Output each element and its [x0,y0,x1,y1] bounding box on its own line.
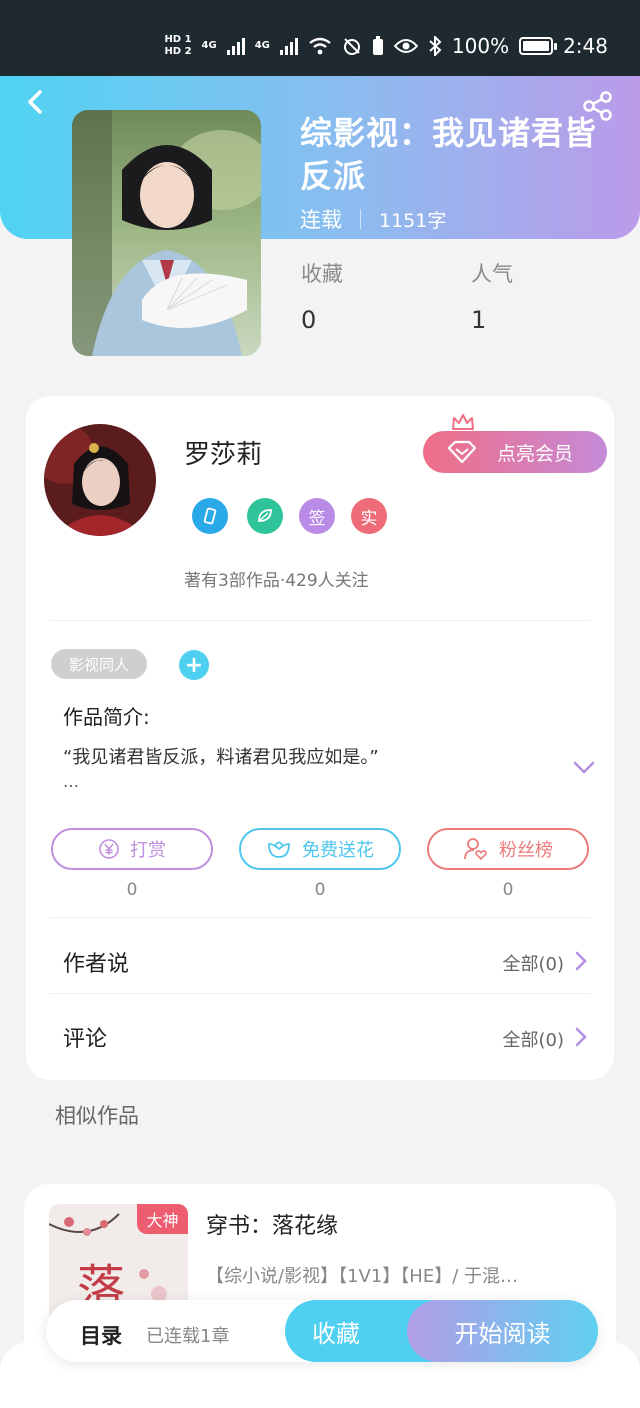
sim1-label: HD 1 [164,34,192,45]
send-flower-label: 免费送花 [302,840,374,861]
start-reading-button[interactable]: 开始阅读 [407,1300,598,1362]
verified-badge: 实 [351,498,387,534]
battery-icon [519,37,558,55]
book-status: 连载 [300,208,342,232]
network-type-1: 4G [201,40,217,51]
stat-value: 1 [471,306,487,334]
intro-text: “我见诸君皆反派，料诸君见我应如是。” [63,747,379,768]
fans-rank-label: 粉丝榜 [499,840,553,861]
toc-chapter-count: 已连载1章 [146,1326,230,1347]
divider [50,620,590,621]
divider [50,993,590,994]
fans-count: 0 [502,880,514,900]
book-cover[interactable] [72,110,261,356]
back-arrow-icon[interactable] [22,88,50,116]
stat-label: 收藏 [301,262,343,286]
crown-icon [452,414,474,430]
meta-separator [360,209,361,229]
eye-icon [393,39,418,53]
similar-works-label: 相似作品 [55,1104,139,1128]
signed-badge: 签 [299,498,335,534]
signal-icon-1 [226,37,245,55]
add-tag-button[interactable]: + [179,650,209,680]
intro-title: 作品简介: [63,705,150,729]
status-bar: HD 1 HD 2 4G 4G 100% 2:48 [0,0,640,76]
send-flower-button[interactable]: 免费送花 [239,828,401,870]
chevron-right-icon[interactable] [574,950,588,972]
flower-icon [268,841,290,858]
no-alarm-icon [343,38,360,55]
sim2-label: HD 2 [164,46,192,57]
author-name[interactable]: 罗莎莉 [184,434,262,471]
avatar[interactable] [44,424,156,536]
stat-value: 0 [301,306,317,334]
intro-ellipsis: … [63,772,79,791]
network-type-2: 4G [254,40,270,51]
stat-favorites: 收藏 0 [301,258,343,334]
yuan-icon [99,839,119,859]
divider [50,917,590,918]
leaf-badge-icon [247,498,283,534]
tip-label: 打赏 [130,840,166,861]
similar-work-desc: 【综小说/影视】【1V1】【HE】/ 于混… [206,1266,518,1287]
comments-all[interactable]: 全部(0) [503,1026,565,1052]
sim-indicators: HD 1 HD 2 [164,35,191,57]
flower-count: 0 [314,880,326,900]
book-meta: 连载 1151字 [300,204,446,234]
stat-label: 人气 [471,262,513,286]
genre-tag[interactable]: 影视同人 [51,649,147,679]
fans-rank-button[interactable]: 粉丝榜 [427,828,589,870]
book-title: 综影视：我见诸君皆反派 [300,114,598,195]
bluetooth-icon [429,36,442,56]
author-stats: 著有3部作品·429人关注 [184,571,369,591]
tip-count: 0 [126,880,138,900]
chevron-down-icon[interactable] [572,760,596,776]
author-says-title: 作者说 [63,952,130,977]
book-word-count: 1151字 [379,209,447,232]
battery-percent: 100% [451,34,510,58]
chevron-right-icon[interactable] [574,1026,588,1048]
phone-badge-icon [192,498,228,534]
wifi-icon [309,37,331,55]
comments-title: 评论 [63,1027,108,1052]
stat-popularity: 人气 1 [471,258,513,334]
similar-work-tag: 大神 [137,1204,188,1234]
battery-saver-icon [372,36,383,55]
clock: 2:48 [563,34,608,58]
tip-button[interactable]: 打赏 [51,828,213,870]
similar-work-title[interactable]: 穿书：落花缘 [206,1208,338,1240]
author-says-all[interactable]: 全部(0) [503,950,565,976]
signal-icon-2 [279,37,298,55]
toc-button[interactable]: 目录 [80,1320,122,1350]
fans-icon [464,838,487,861]
diamond-icon [447,440,477,464]
